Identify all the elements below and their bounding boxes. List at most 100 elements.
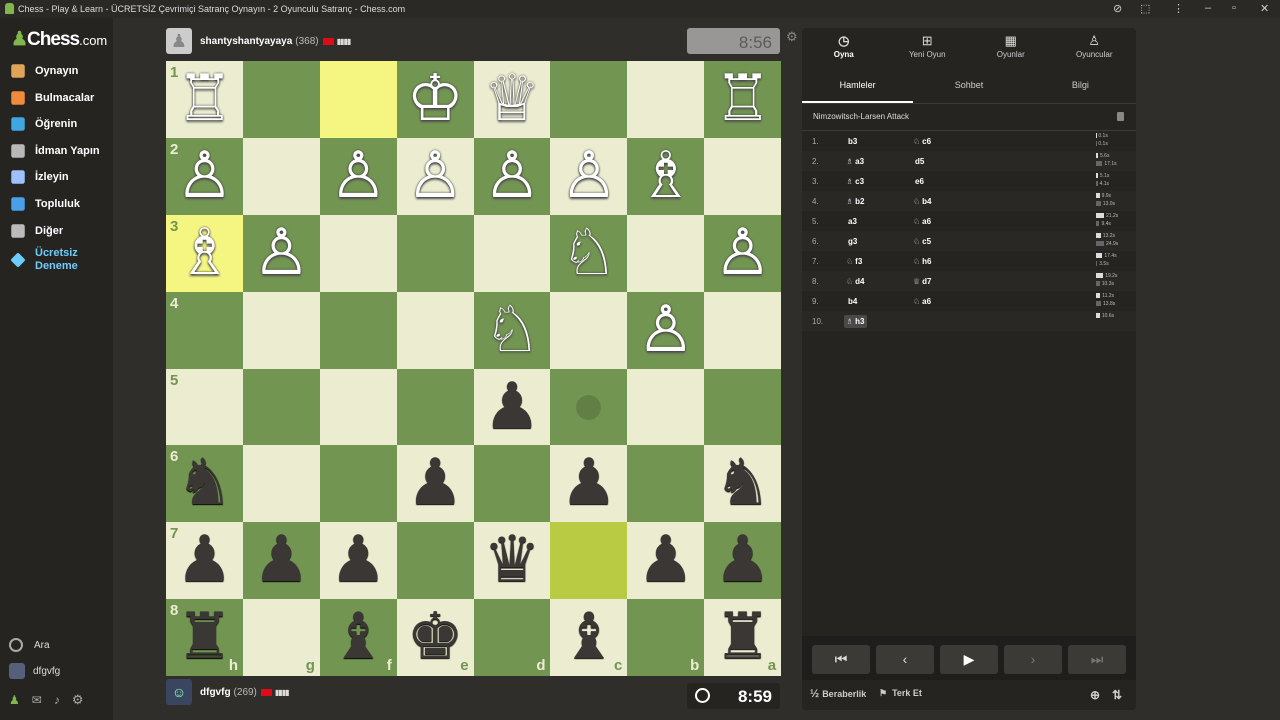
board-square[interactable] — [473, 445, 551, 523]
friends-icon[interactable]: ♟ — [9, 693, 20, 707]
board-square[interactable] — [319, 291, 397, 369]
board-square[interactable] — [242, 137, 320, 215]
board-square[interactable]: ♙ — [704, 214, 782, 292]
black-knight-icon[interactable]: ♞ — [166, 445, 243, 522]
board-square[interactable]: ♟ — [396, 445, 474, 523]
black-move[interactable]: ♘ c5 — [911, 235, 933, 248]
board-square[interactable]: a ♜ — [704, 599, 782, 677]
board-square[interactable] — [242, 291, 320, 369]
extensions-icon[interactable]: ⬚ — [1140, 2, 1150, 15]
white-move[interactable]: ♘ d4 — [844, 275, 867, 288]
board-square[interactable] — [242, 445, 320, 523]
board-square[interactable]: 8 h ♜ — [166, 599, 243, 677]
black-king-icon[interactable]: ♚ — [397, 599, 474, 676]
minimize-icon[interactable]: – — [1205, 2, 1211, 14]
white-move[interactable]: a3 — [844, 215, 859, 228]
board-square[interactable]: ♙ — [242, 214, 320, 292]
close-icon[interactable]: ✕ — [1260, 2, 1269, 15]
board-square[interactable]: c ♝ — [550, 599, 628, 677]
white-move[interactable]: ♘ f3 — [844, 255, 864, 268]
black-rook-icon[interactable]: ♜ — [166, 599, 243, 676]
subtab-1[interactable]: Sohbet — [913, 72, 1024, 103]
board-square[interactable]: ♟ — [242, 522, 320, 600]
white-rook-icon[interactable]: ♖ — [704, 61, 781, 138]
board-square[interactable]: ♟ — [627, 522, 705, 600]
search-button[interactable]: Ara — [9, 638, 50, 652]
board-square[interactable] — [319, 445, 397, 523]
board-square[interactable]: 1 ♖ — [166, 61, 243, 138]
board-square[interactable]: ♞ — [704, 445, 782, 523]
white-pawn-icon[interactable]: ♙ — [243, 215, 320, 292]
board-square[interactable] — [550, 61, 628, 138]
board-square[interactable]: ♛ — [473, 522, 551, 600]
board-square[interactable]: ♕ — [473, 61, 551, 138]
white-pawn-icon[interactable]: ♙ — [320, 138, 397, 215]
panel-tab-2[interactable]: ▦ Oyunlar — [969, 28, 1053, 68]
analysis-icon[interactable]: ⊕ — [1090, 688, 1100, 702]
black-pawn-icon[interactable]: ♟ — [320, 522, 397, 599]
board-square[interactable]: 7 ♟ — [166, 522, 243, 600]
black-rook-icon[interactable]: ♜ — [704, 599, 781, 676]
board-square[interactable] — [242, 368, 320, 446]
black-pawn-icon[interactable]: ♟ — [474, 369, 551, 446]
white-pawn-icon[interactable]: ♙ — [627, 292, 704, 369]
white-move[interactable]: b4 — [844, 295, 859, 308]
settings-gear-icon[interactable]: ⚙ — [72, 692, 84, 708]
white-queen-icon[interactable]: ♕ — [474, 61, 551, 138]
bottom-player-name[interactable]: dfgvfg — [200, 687, 231, 698]
black-bishop-icon[interactable]: ♝ — [320, 599, 397, 676]
subtab-0[interactable]: Hamleler — [802, 72, 914, 103]
board-square[interactable]: ♟ — [550, 445, 628, 523]
board-square[interactable] — [319, 214, 397, 292]
first-move-icon[interactable]: ⏮ — [812, 645, 870, 674]
play-icon[interactable]: ▶ — [940, 645, 998, 674]
white-move[interactable]: ♗ c3 — [844, 175, 866, 188]
panel-tab-0[interactable]: ◷ Oyna — [802, 28, 886, 68]
black-move[interactable]: ♕ d7 — [911, 275, 934, 288]
top-player-name[interactable]: shantyshantyayaya — [200, 36, 292, 47]
board-square[interactable]: 6 ♞ — [166, 445, 243, 523]
black-move[interactable]: ♘ h6 — [911, 255, 934, 268]
white-move[interactable]: ♗ b2 — [844, 195, 867, 208]
white-move[interactable]: ♗ a3 — [844, 155, 866, 168]
menu-dots-icon[interactable]: ⋮ — [1173, 2, 1184, 15]
board-square[interactable]: 4 — [166, 291, 243, 369]
board-square[interactable] — [396, 291, 474, 369]
board-square[interactable]: 2 ♙ — [166, 137, 243, 215]
sidebar-item-6[interactable]: Diğer — [9, 221, 63, 241]
mail-icon[interactable]: ✉ — [32, 693, 42, 707]
subtab-2[interactable]: Bilgi — [1025, 72, 1136, 103]
board-square[interactable]: f ♝ — [319, 599, 397, 677]
sidebar-item-1[interactable]: Bulmacalar — [9, 88, 94, 108]
board-square[interactable] — [627, 368, 705, 446]
board-square[interactable]: ♙ — [627, 291, 705, 369]
maximize-icon[interactable]: ▫ — [1232, 2, 1236, 14]
resign-button[interactable]: ⚑ Terk Et — [879, 688, 922, 699]
black-pawn-icon[interactable]: ♟ — [166, 522, 243, 599]
board-square[interactable] — [396, 214, 474, 292]
white-move[interactable]: ♗ h3 — [844, 315, 867, 328]
black-bishop-icon[interactable]: ♝ — [550, 599, 627, 676]
black-queen-icon[interactable]: ♛ — [474, 522, 551, 599]
board-square[interactable]: g — [242, 599, 320, 677]
black-move[interactable]: ♘ c6 — [911, 135, 933, 148]
board-square[interactable]: ♘ — [473, 291, 551, 369]
white-rook-icon[interactable]: ♖ — [166, 61, 243, 138]
black-move[interactable]: ♘ a6 — [911, 215, 933, 228]
white-bishop-icon[interactable]: ♗ — [166, 215, 243, 292]
prev-move-icon[interactable]: ‹ — [876, 645, 934, 674]
board-square[interactable]: ♙ — [550, 137, 628, 215]
board-square[interactable] — [627, 445, 705, 523]
board-square[interactable] — [704, 137, 782, 215]
bell-icon[interactable]: ♪ — [54, 693, 60, 707]
sidebar-item-0[interactable]: Oynayın — [9, 61, 78, 81]
black-move[interactable]: ♘ b4 — [911, 195, 934, 208]
top-player-avatar[interactable]: ♟ — [166, 28, 192, 54]
board-square[interactable] — [627, 61, 705, 138]
board-square[interactable]: ♟ — [473, 368, 551, 446]
board-square[interactable] — [242, 61, 320, 138]
board-square[interactable] — [550, 291, 628, 369]
board-square[interactable]: ♙ — [396, 137, 474, 215]
tracking-off-icon[interactable]: ⊘ — [1113, 2, 1122, 15]
white-pawn-icon[interactable]: ♙ — [550, 138, 627, 215]
